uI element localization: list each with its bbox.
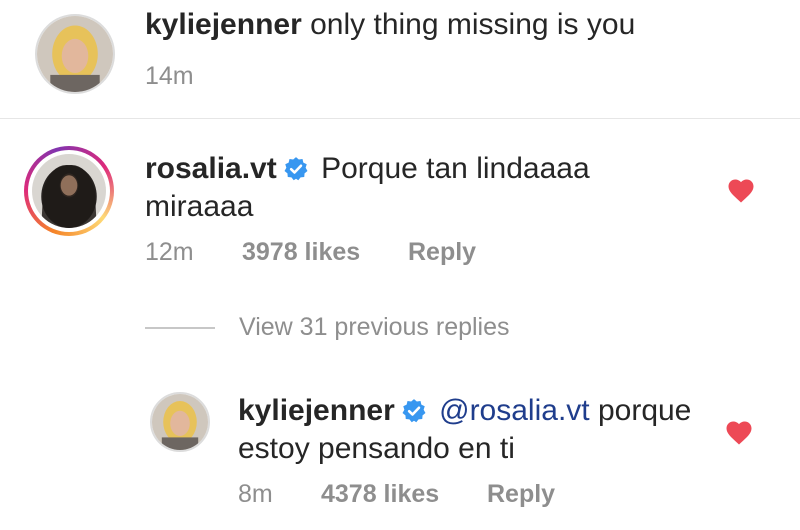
comment-time: 12m bbox=[145, 238, 194, 266]
view-replies-label: View 31 previous replies bbox=[239, 313, 510, 341]
reply-likes[interactable]: 4378 likes bbox=[321, 480, 487, 509]
comment-body-line1: Porque tan lindaaaa bbox=[321, 152, 590, 185]
reply-avatar[interactable] bbox=[150, 392, 210, 452]
comment-meta: 12m 3978 likes Reply bbox=[145, 238, 476, 267]
reply-body-line1: porque bbox=[597, 394, 692, 427]
reply-mention-link[interactable]: @rosalia.vt bbox=[439, 394, 590, 427]
reply-username[interactable]: kyliejenner bbox=[238, 394, 395, 427]
reply-reply-button[interactable]: Reply bbox=[487, 480, 555, 509]
caption-username[interactable]: kyliejenner bbox=[145, 8, 302, 41]
caption-body: only thing missing is you bbox=[310, 8, 636, 41]
reply-time: 8m bbox=[238, 480, 273, 508]
reply-body-line2: estoy pensando en ti bbox=[238, 432, 515, 465]
caption-text: kyliejenner only thing missing is you bbox=[145, 6, 635, 44]
rosalia-avatar[interactable] bbox=[24, 146, 114, 236]
comment-likes[interactable]: 3978 likes bbox=[242, 238, 408, 267]
divider bbox=[0, 118, 800, 119]
comment-text-line1: rosalia.vt Porque tan lindaaaa bbox=[145, 150, 590, 188]
comment-like-heart-icon[interactable] bbox=[726, 176, 756, 204]
comments-screen: kyliejenner only thing missing is you 14… bbox=[0, 0, 800, 530]
comment-reply-button[interactable]: Reply bbox=[408, 238, 476, 267]
reply-meta: 8m 4378 likes Reply bbox=[238, 480, 555, 509]
caption-meta: 14m bbox=[145, 62, 194, 91]
view-previous-replies-button[interactable]: View 31 previous replies bbox=[145, 313, 510, 347]
kyliejenner-avatar[interactable] bbox=[35, 14, 115, 94]
replies-divider-line bbox=[145, 326, 215, 329]
reply-like-heart-icon[interactable] bbox=[724, 418, 754, 446]
comment-username[interactable]: rosalia.vt bbox=[145, 152, 277, 185]
verified-badge-icon bbox=[401, 398, 427, 424]
comment-body-line2: miraaaa bbox=[145, 190, 254, 223]
verified-badge-icon bbox=[283, 156, 309, 182]
reply-text-line1: kyliejenner @rosalia.vt porque bbox=[238, 392, 691, 430]
comment-text-line2: miraaaa bbox=[145, 188, 253, 226]
caption-time: 14m bbox=[145, 62, 194, 90]
reply-text-line2: estoy pensando en ti bbox=[238, 430, 515, 468]
